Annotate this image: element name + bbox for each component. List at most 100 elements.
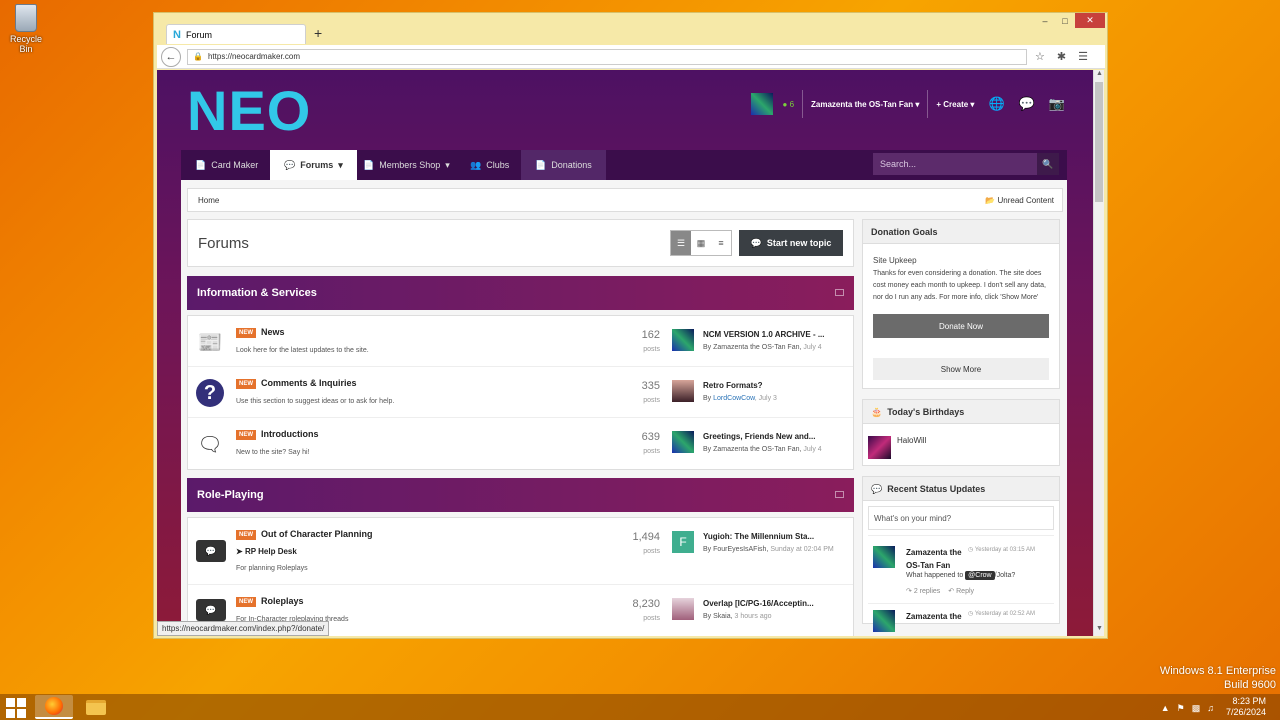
forum-title[interactable]: News (261, 327, 285, 337)
menu-icon[interactable]: ☰ (1078, 50, 1088, 63)
category-header[interactable]: Information & Services (187, 276, 854, 310)
unread-content-link[interactable]: 📂 Unread Content (985, 196, 1054, 205)
reply-icon: ↶ (948, 588, 955, 595)
forum-title[interactable]: Introductions (261, 429, 319, 439)
site-logo[interactable]: NEO (187, 78, 311, 143)
status-author[interactable]: Zamazenta the (906, 610, 966, 623)
avatar[interactable]: F (672, 531, 694, 553)
unread-label: Unread Content (997, 196, 1054, 205)
forum-title[interactable]: Out of Character Planning (261, 529, 373, 539)
avatar[interactable] (868, 436, 891, 459)
start-button[interactable] (6, 698, 26, 718)
trash-icon (15, 4, 37, 32)
user-menu-button[interactable]: Zamazenta the OS-Tan Fan ▾ (811, 100, 919, 109)
posts-label: posts (643, 548, 660, 555)
forum-description: Use this section to suggest ideas or to … (236, 398, 395, 405)
birthday-user-name[interactable]: HaloWill (897, 436, 926, 445)
chevron-down-icon: ▾ (338, 159, 343, 170)
close-button[interactable]: ✕ (1075, 13, 1105, 28)
navigation-toolbar: ← 🔒 https://neocardmaker.com ☆ ✱ ☰ (157, 45, 1105, 69)
messages-icon[interactable]: 💬 (1019, 96, 1035, 112)
bookmark-star-icon[interactable]: ☆ (1035, 50, 1045, 63)
new-tab-button[interactable]: + (314, 25, 322, 41)
scroll-up-icon[interactable]: ▲ (1094, 70, 1105, 81)
avatar[interactable] (672, 380, 694, 402)
subforum-link[interactable]: ➤ RP Help Desk (236, 547, 297, 556)
extensions-icon[interactable]: ✱ (1057, 50, 1066, 63)
file-explorer-button[interactable] (77, 695, 115, 719)
last-post-title[interactable]: NCM VERSION 1.0 ARCHIVE - ... (703, 330, 825, 339)
show-more-button[interactable]: Show More (873, 358, 1049, 380)
system-clock[interactable]: 8:23 PM 7/26/2024 (1226, 696, 1266, 718)
list-view-icon[interactable]: ☰ (671, 231, 691, 255)
create-menu-button[interactable]: + Create ▾ (936, 100, 974, 109)
tab-donations[interactable]: 📄 Donations (521, 150, 606, 180)
avatar[interactable] (672, 598, 694, 620)
taskbar: ▲ ⚑ ▩ ♫ 8:23 PM 7/26/2024 (0, 694, 1280, 720)
last-post-date: July 4 (803, 446, 822, 453)
forum-description: New to the site? Say hi! (236, 449, 310, 456)
forum-title[interactable]: Comments & Inquiries (261, 378, 357, 388)
newspaper-icon: 📰 (197, 331, 223, 354)
volume-icon[interactable]: ♫ (1207, 703, 1214, 714)
maximize-button[interactable]: □ (1055, 13, 1075, 28)
replies-link[interactable]: ↷ 2 replies (906, 587, 940, 595)
grid-view-icon[interactable]: ▦ (691, 231, 711, 255)
back-button[interactable]: ← (161, 46, 181, 67)
vertical-scrollbar[interactable]: ▲ ▼ (1093, 70, 1104, 636)
compact-view-icon[interactable]: ≡ (711, 231, 731, 255)
windows-watermark: Windows 8.1 Enterprise Build 9600 (1160, 664, 1276, 692)
tab-clubs[interactable]: 👥 Clubs (456, 150, 523, 180)
avatar[interactable] (672, 329, 694, 351)
users-icon: 👥 (470, 159, 482, 170)
status-author[interactable]: Zamazenta the OS-Tan Fan (906, 546, 966, 572)
user-avatar[interactable] (750, 93, 773, 115)
last-post-title[interactable]: Overlap [IC/PG-16/Acceptin... (703, 599, 814, 608)
birthday-user[interactable]: HaloWill (863, 424, 1059, 465)
avatar[interactable] (873, 546, 895, 568)
mention-tag[interactable]: @Crow (965, 571, 995, 580)
breadcrumb-home[interactable]: Home (198, 196, 219, 205)
avatar[interactable] (672, 431, 694, 453)
forum-list: 💬 NEW Out of Character Planning ➤ RP Hel… (187, 517, 854, 636)
status-meta: ↷ 2 replies ↶ Reply (906, 587, 974, 595)
status-time: ◷ Yesterday at 03:15 AM (968, 546, 1035, 553)
collapse-icon[interactable] (835, 491, 844, 498)
last-post-author: By Zamazenta the OS-Tan Fan, (703, 446, 802, 453)
globe-icon[interactable]: 🌐 (988, 96, 1004, 112)
action-center-icon[interactable]: ⚑ (1177, 703, 1185, 714)
last-post-author-link[interactable]: LordCowCow (713, 395, 755, 402)
last-post-title[interactable]: Retro Formats? (703, 381, 763, 390)
last-post-title[interactable]: Greetings, Friends New and... (703, 432, 815, 441)
birthdays-widget: 🎂 Today's Birthdays HaloWill (862, 399, 1060, 466)
tab-card-maker[interactable]: 📄 Card Maker (181, 150, 272, 180)
image-icon[interactable]: 📷 (1049, 96, 1065, 112)
last-post-title[interactable]: Yugioh: The Millennium Sta... (703, 532, 814, 541)
scroll-thumb[interactable] (1095, 82, 1103, 202)
category-header[interactable]: Role-Playing (187, 478, 854, 512)
last-post-meta: By FourEyesIsAFish, Sunday at 02:04 PM (703, 546, 834, 553)
browser-tab[interactable]: N Forum (166, 24, 306, 44)
firefox-taskbar-button[interactable] (35, 695, 73, 719)
collapse-icon[interactable] (835, 289, 844, 296)
recycle-bin-icon[interactable]: Recycle Bin (4, 4, 48, 54)
minimize-button[interactable]: – (1035, 13, 1055, 28)
url-bar[interactable]: 🔒 https://neocardmaker.com (187, 48, 1027, 65)
status-input[interactable]: What's on your mind? (868, 506, 1054, 530)
posts-label: posts (643, 448, 660, 455)
reply-link[interactable]: ↶ Reply (948, 587, 974, 595)
last-post-meta: By LordCowCow, July 3 (703, 395, 777, 402)
scroll-down-icon[interactable]: ▼ (1094, 625, 1105, 636)
tab-forums[interactable]: 💬 Forums ▾ (270, 150, 357, 180)
search-icon[interactable]: 🔍 (1037, 153, 1059, 175)
forum-title[interactable]: Roleplays (261, 596, 304, 606)
start-new-topic-button[interactable]: 💬 Start new topic (739, 230, 843, 256)
title-bar: N Forum + – □ ✕ (154, 13, 1107, 44)
network-icon[interactable]: ▩ (1192, 703, 1201, 714)
chevron-up-icon[interactable]: ▲ (1161, 703, 1170, 714)
search-input[interactable]: Search... (873, 159, 1037, 169)
tab-members-shop[interactable]: 📄 Members Shop ▾ (349, 150, 464, 180)
avatar[interactable] (873, 610, 895, 632)
donate-now-button[interactable]: Donate Now (873, 314, 1049, 338)
birthday-cake-icon: 🎂 (871, 407, 883, 417)
